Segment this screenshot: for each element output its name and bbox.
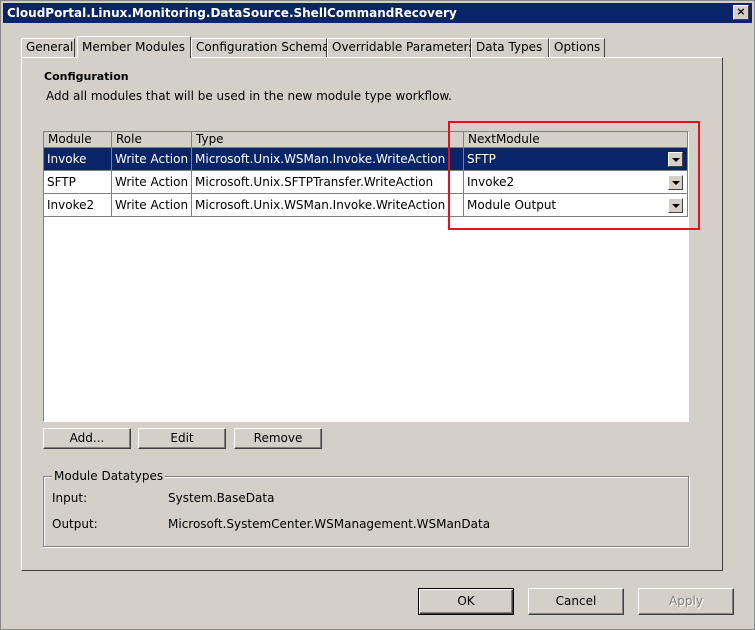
column-header-module[interactable]: Module bbox=[44, 132, 112, 148]
tab-overridable-parameters[interactable]: Overridable Parameters bbox=[327, 38, 475, 57]
role-cell: Write Action bbox=[112, 171, 192, 194]
ok-button[interactable]: OK bbox=[418, 588, 514, 615]
edit-button[interactable]: Edit bbox=[138, 428, 226, 449]
column-header-role[interactable]: Role bbox=[112, 132, 192, 148]
title-bar: CloudPortal.Linux.Monitoring.DataSource.… bbox=[3, 3, 752, 23]
input-value: System.BaseData bbox=[168, 491, 275, 505]
tab-options[interactable]: Options bbox=[549, 38, 605, 57]
window-title: CloudPortal.Linux.Monitoring.DataSource.… bbox=[7, 6, 457, 20]
apply-button[interactable]: Apply bbox=[638, 588, 734, 615]
tab-general[interactable]: General bbox=[21, 38, 75, 57]
dialog-window: CloudPortal.Linux.Monitoring.DataSource.… bbox=[0, 0, 755, 630]
annotation-highlight-box bbox=[448, 121, 700, 230]
tab-member-modules[interactable]: Member Modules bbox=[77, 36, 191, 58]
role-cell: Write Action bbox=[112, 148, 192, 171]
type-cell: Microsoft.Unix.SFTPTransfer.WriteAction bbox=[192, 171, 464, 194]
output-label: Output: bbox=[52, 517, 98, 531]
group-title: Module Datatypes bbox=[52, 469, 166, 483]
remove-button[interactable]: Remove bbox=[234, 428, 322, 449]
module-cell: Invoke bbox=[44, 148, 112, 171]
type-cell: Microsoft.Unix.WSMan.Invoke.WriteAction bbox=[192, 148, 464, 171]
module-cell: SFTP bbox=[44, 171, 112, 194]
close-icon[interactable]: × bbox=[733, 5, 749, 20]
module-cell: Invoke2 bbox=[44, 194, 112, 217]
role-cell: Write Action bbox=[112, 194, 192, 217]
output-value: Microsoft.SystemCenter.WSManagement.WSMa… bbox=[168, 517, 491, 531]
configuration-description: Add all modules that will be used in the… bbox=[46, 89, 452, 103]
tab-data-types[interactable]: Data Types bbox=[471, 38, 549, 57]
cancel-button[interactable]: Cancel bbox=[528, 588, 624, 615]
tab-configuration-schema[interactable]: Configuration Schema bbox=[191, 38, 329, 57]
configuration-title: Configuration bbox=[44, 70, 129, 83]
add-button[interactable]: Add... bbox=[43, 428, 131, 449]
type-cell: Microsoft.Unix.WSMan.Invoke.WriteAction bbox=[192, 194, 464, 217]
column-header-type[interactable]: Type bbox=[192, 132, 464, 148]
module-datatypes-group: Module Datatypes Input: System.BaseData … bbox=[43, 469, 689, 547]
input-label: Input: bbox=[52, 491, 88, 505]
